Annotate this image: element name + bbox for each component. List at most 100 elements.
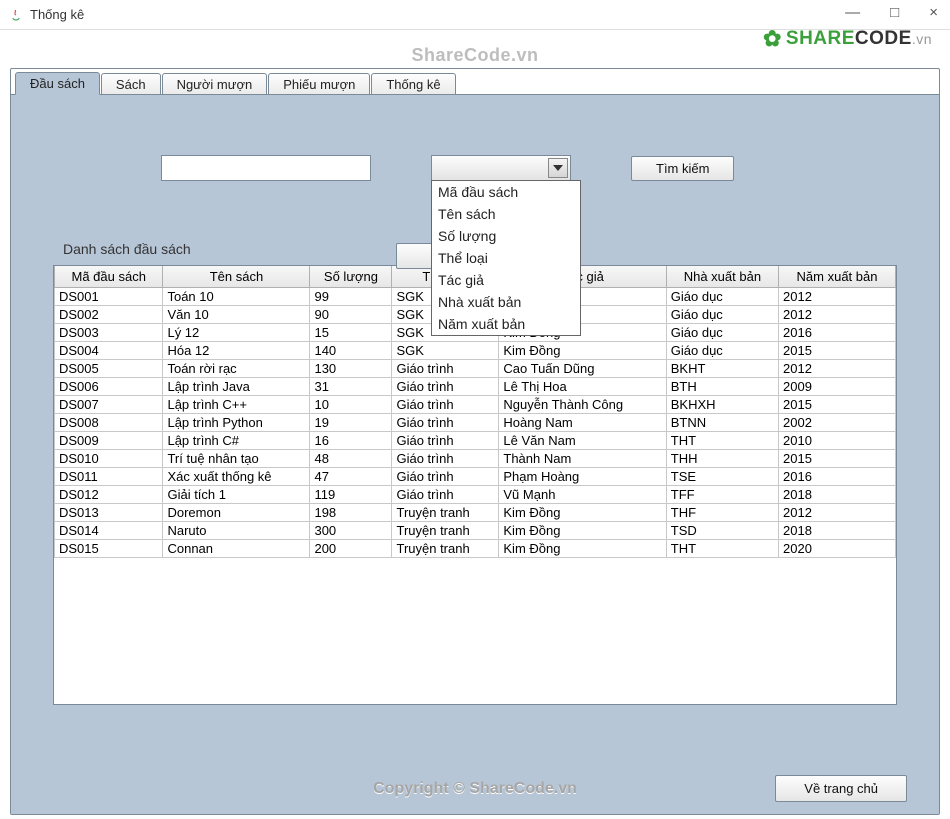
table-row[interactable]: DS009Lập trình C#16Giáo trìnhLê Văn NamT… [55,432,896,450]
dropdown-option[interactable]: Tên sách [432,203,580,225]
table-cell: THH [666,450,778,468]
java-icon [8,7,24,23]
dropdown-option[interactable]: Năm xuất bản [432,313,580,335]
table-cell: Giáo trình [392,396,499,414]
tab-sach[interactable]: Sách [101,73,161,95]
table-cell: 2015 [779,342,896,360]
table-cell: Hóa 12 [163,342,310,360]
close-button[interactable]: × [923,4,944,21]
table-cell: Lê Văn Nam [499,432,666,450]
table-cell: 19 [310,414,392,432]
table-cell: Giáo dục [666,306,778,324]
tab-dau-sach[interactable]: Đầu sách [15,72,100,95]
table-cell: THF [666,504,778,522]
dropdown-option[interactable]: Mã đầu sách [432,181,580,203]
table-row[interactable]: DS008Lập trình Python19Giáo trìnhHoàng N… [55,414,896,432]
table-row[interactable]: DS011Xác xuất thống kê47Giáo trìnhPhạm H… [55,468,896,486]
table-cell: Doremon [163,504,310,522]
table-cell: DS009 [55,432,163,450]
dropdown-option[interactable]: Số lượng [432,225,580,247]
table-cell: 130 [310,360,392,378]
column-header[interactable]: Mã đầu sách [55,266,163,288]
dropdown-option[interactable]: Nhà xuất bản [432,291,580,313]
table-cell: DS015 [55,540,163,558]
table-cell: 31 [310,378,392,396]
dropdown-option[interactable]: Tác giả [432,269,580,291]
table-cell: DS013 [55,504,163,522]
dropdown-list: Mã đầu sách Tên sách Số lượng Thể loại T… [431,180,581,336]
table-cell: 200 [310,540,392,558]
table-cell: Thành Nam [499,450,666,468]
home-button[interactable]: Về trang chủ [775,775,907,802]
column-header[interactable]: Nhà xuất bản [666,266,778,288]
window-title: Thống kê [30,7,84,22]
table-cell: DS003 [55,324,163,342]
logo-swirl-icon: ✿ [763,26,782,52]
chevron-down-icon[interactable] [548,158,568,178]
table-cell: Trí tuệ nhân tạo [163,450,310,468]
table-cell: Giáo trình [392,468,499,486]
search-button[interactable]: Tìm kiếm [631,156,734,181]
maximize-button[interactable]: □ [884,4,905,21]
table-cell: Cao Tuấn Dũng [499,360,666,378]
table-cell: DS007 [55,396,163,414]
table-cell: Giáo trình [392,414,499,432]
minimize-button[interactable]: — [839,4,866,21]
search-field-combo[interactable]: Mã đầu sách Tên sách Số lượng Thể loại T… [431,155,571,181]
table-row[interactable]: DS015Connan200Truyện tranhKim ĐồngTHT202… [55,540,896,558]
table-cell: 140 [310,342,392,360]
window-controls: — □ × [839,4,944,21]
table-row[interactable]: DS007Lập trình C++10Giáo trìnhNguyễn Thà… [55,396,896,414]
tabstrip: Đầu sách Sách Người mượn Phiếu mượn Thốn… [11,68,939,94]
table-cell: Giáo trình [392,432,499,450]
column-header[interactable]: Tên sách [163,266,310,288]
table-cell: Giáo dục [666,342,778,360]
table-cell: Kim Đồng [499,504,666,522]
table-cell: 90 [310,306,392,324]
table-row[interactable]: DS004Hóa 12140SGKKim ĐồngGiáo dục2015 [55,342,896,360]
table-cell: BKHXH [666,396,778,414]
table-cell: DS014 [55,522,163,540]
table-cell: 119 [310,486,392,504]
table-cell: Truyện tranh [392,540,499,558]
table-row[interactable]: DS013Doremon198Truyện tranhKim ĐồngTHF20… [55,504,896,522]
table-cell: Toán 10 [163,288,310,306]
table-cell: Giáo dục [666,288,778,306]
table-cell: DS002 [55,306,163,324]
main-panel: Đầu sách Sách Người mượn Phiếu mượn Thốn… [10,68,940,815]
table-cell: 2002 [779,414,896,432]
table-cell: 10 [310,396,392,414]
table-cell: DS006 [55,378,163,396]
table-row[interactable]: DS014Naruto300Truyện tranhKim ĐồngTSD201… [55,522,896,540]
table-row[interactable]: DS010Trí tuệ nhân tạo48Giáo trìnhThành N… [55,450,896,468]
table-cell: Giáo dục [666,324,778,342]
table-cell: 48 [310,450,392,468]
table-cell: Connan [163,540,310,558]
table-cell: 2015 [779,396,896,414]
table-cell: TSE [666,468,778,486]
table-cell: THT [666,432,778,450]
copyright-text: Copyright © ShareCode.vn [373,780,577,798]
table-cell: Truyện tranh [392,522,499,540]
column-header[interactable]: Số lượng [310,266,392,288]
tab-nguoi-muon[interactable]: Người mượn [162,73,268,95]
table-cell: DS010 [55,450,163,468]
table-cell: Kim Đồng [499,342,666,360]
table-cell: 47 [310,468,392,486]
column-header[interactable]: Năm xuất bản [779,266,896,288]
table-row[interactable]: DS006Lập trình Java31Giáo trìnhLê Thị Ho… [55,378,896,396]
table-cell: 2012 [779,360,896,378]
table-cell: 2016 [779,468,896,486]
table-cell: Truyện tranh [392,504,499,522]
search-input[interactable] [161,155,371,181]
tab-phieu-muon[interactable]: Phiếu mượn [268,73,370,95]
table-row[interactable]: DS005Toán rời rạc130Giáo trìnhCao Tuấn D… [55,360,896,378]
table-cell: 16 [310,432,392,450]
table-cell: 2016 [779,324,896,342]
obscured-button[interactable] [396,243,436,269]
table-cell: DS004 [55,342,163,360]
table-row[interactable]: DS012Giải tích 1119Giáo trìnhVũ MạnhTFF2… [55,486,896,504]
table-cell: Nguyễn Thành Công [499,396,666,414]
tab-thong-ke[interactable]: Thống kê [371,73,455,95]
dropdown-option[interactable]: Thể loại [432,247,580,269]
